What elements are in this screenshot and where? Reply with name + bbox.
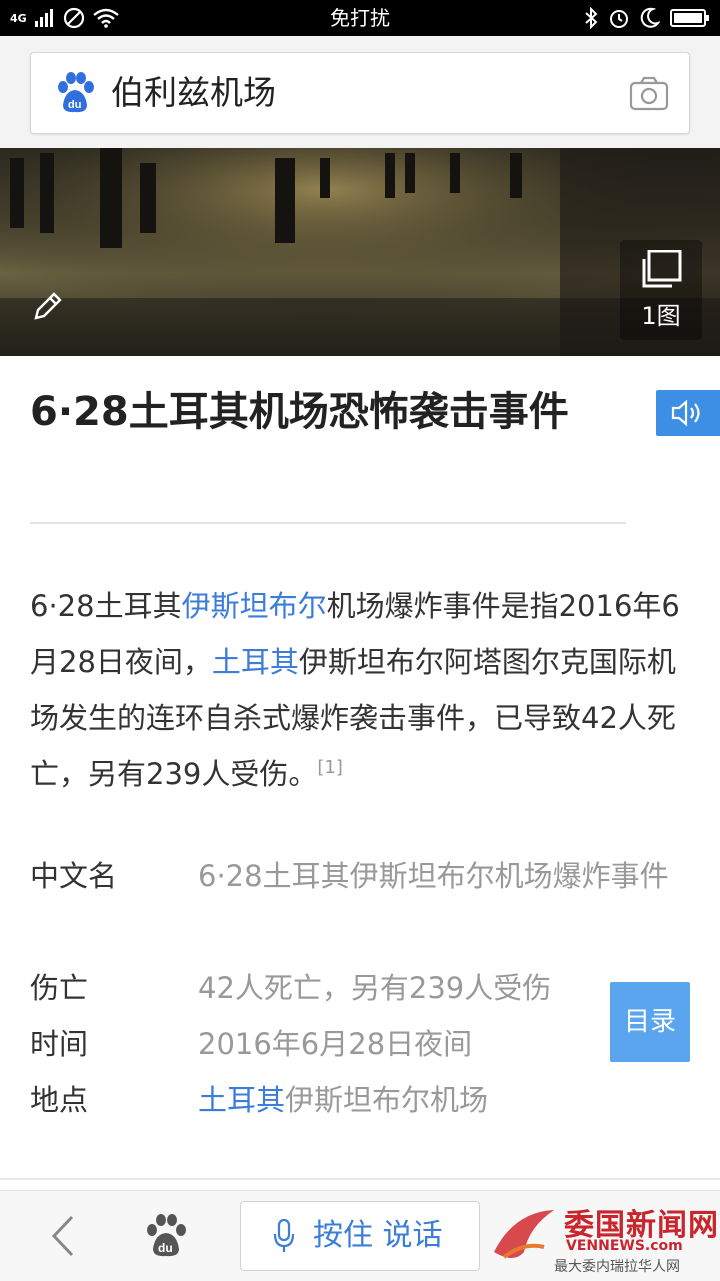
info-row-casualties: 伤亡 42人死亡，另有239人受伤: [30, 960, 690, 1016]
link-istanbul[interactable]: 伊斯坦布尔: [182, 589, 327, 623]
baidu-home-icon[interactable]: du: [142, 1213, 190, 1259]
title-divider: [30, 522, 626, 524]
image-count: 1图: [641, 302, 681, 330]
info-key-time: 时间: [30, 1027, 89, 1061]
info-key-place: 地点: [30, 1083, 89, 1117]
moon-icon: [640, 7, 660, 28]
place-rest: 伊斯坦布尔机场: [285, 1083, 489, 1117]
edit-icon[interactable]: [30, 288, 66, 324]
hero-image[interactable]: 1图: [0, 148, 720, 356]
status-bar: 4G 免打扰: [0, 0, 720, 36]
image-count-badge[interactable]: 1图: [620, 240, 702, 340]
article-summary: 6·28土耳其伊斯坦布尔机场爆炸事件是指2016年6月28日夜间，土耳其伊斯坦布…: [30, 578, 690, 802]
article-title: 6·28土耳其机场恐怖袭击事件: [30, 389, 569, 435]
bluetooth-icon: [585, 7, 598, 29]
summary-text-1: 6·28土耳其: [30, 589, 182, 623]
hero-photo: [0, 148, 720, 356]
svg-text:du: du: [68, 99, 81, 111]
baidu-paw-icon: du: [58, 72, 94, 113]
microphone-icon: [273, 1218, 295, 1252]
camera-icon[interactable]: [629, 75, 669, 111]
info-key-casualties: 伤亡: [30, 971, 89, 1005]
watermark-logo: [494, 1210, 554, 1259]
watermark: 委国新闻网 VENNEWS.com 最大委内瑞拉华人网: [484, 1196, 720, 1280]
section-divider: [0, 1178, 720, 1180]
info-val-casualties: 42人死亡，另有239人受伤: [198, 971, 552, 1005]
alarm-icon: [610, 10, 628, 28]
link-place-turkey[interactable]: 土耳其: [198, 1083, 285, 1117]
toc-button[interactable]: 目录: [610, 982, 690, 1062]
info-val-time: 2016年6月28日夜间: [198, 1027, 473, 1061]
battery-icon: [670, 9, 709, 27]
info-val-name: 6·28土耳其伊斯坦布尔机场爆炸事件: [198, 859, 669, 893]
info-row-time: 时间 2016年6月28日夜间: [30, 1016, 690, 1072]
voice-input-button[interactable]: 按住 说话: [240, 1201, 480, 1271]
info-row-place: 地点 土耳其伊斯坦布尔机场: [30, 1072, 690, 1128]
watermark-slogan: 最大委内瑞拉华人网: [554, 1259, 680, 1275]
gallery-icon: [642, 250, 682, 288]
info-row-name: 中文名 6·28土耳其伊斯坦布尔机场爆炸事件: [30, 848, 690, 960]
citation-link[interactable]: [1]: [317, 757, 343, 778]
audio-button[interactable]: [656, 390, 720, 436]
voice-label: 按住 说话: [313, 1218, 443, 1253]
back-arrow-icon[interactable]: [48, 1213, 78, 1259]
svg-text:du: du: [158, 1241, 173, 1255]
speaker-icon: [671, 399, 700, 427]
link-turkey[interactable]: 土耳其: [212, 645, 299, 679]
search-area: du 伯利兹机场: [0, 36, 720, 148]
info-key-name: 中文名: [30, 859, 118, 893]
watermark-site: VENNEWS.com: [566, 1238, 683, 1254]
info-val-place: 土耳其伊斯坦布尔机场: [198, 1072, 688, 1128]
search-input[interactable]: du 伯利兹机场: [30, 52, 690, 134]
search-query: 伯利兹机场: [111, 73, 276, 112]
